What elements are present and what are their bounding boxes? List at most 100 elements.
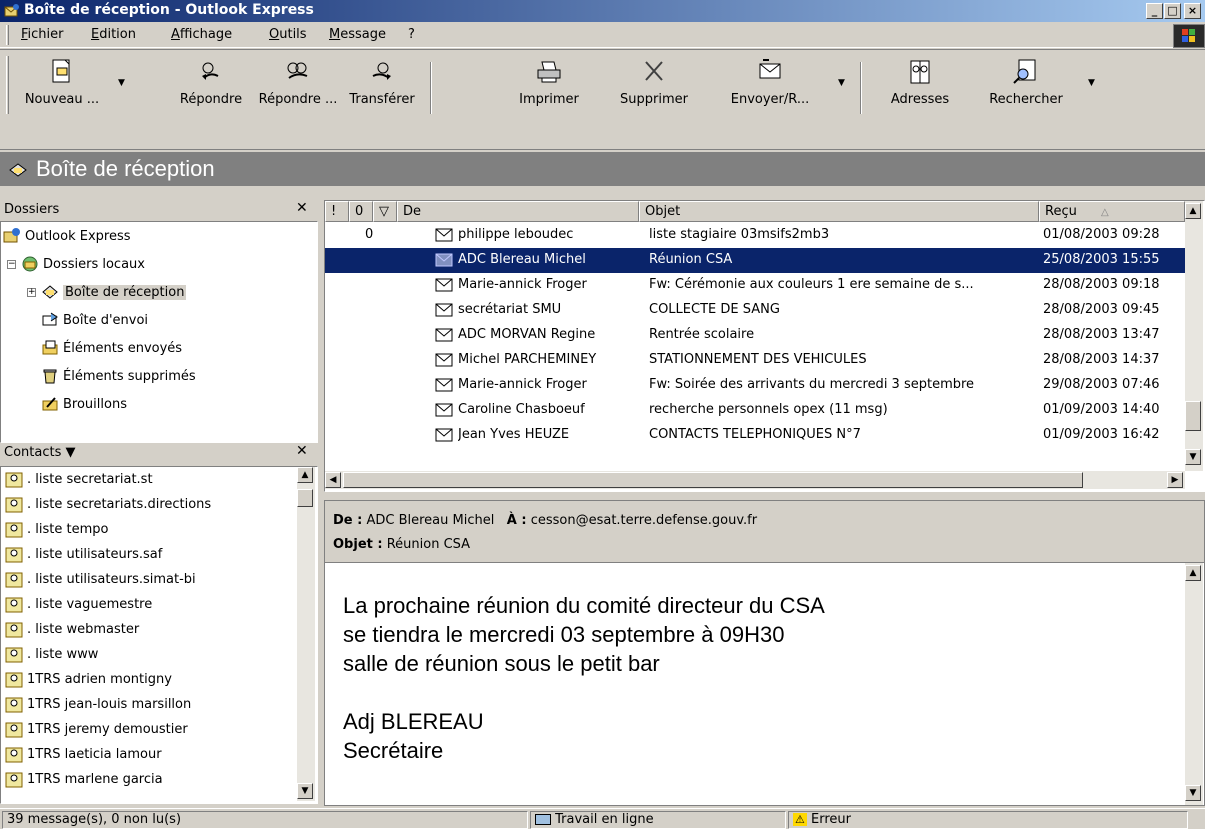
message-subject: STATIONNEMENT DES VEHICULES	[649, 352, 867, 367]
message-row[interactable]: 0 philippe leboudec liste stagiaire 03msif…	[325, 223, 1185, 248]
close-button[interactable]: ×	[1184, 3, 1201, 19]
message-row[interactable]: ADC MORVAN Regine Rentrée scolaire 28/08/2…	[325, 323, 1185, 348]
col-from[interactable]: De	[397, 201, 639, 222]
delete-button[interactable]: Supprimer	[614, 54, 694, 124]
message-row[interactable]: Marie-annick Froger Fw: Cérémonie aux cou…	[325, 273, 1185, 298]
contact-item[interactable]: . liste tempo	[1, 519, 295, 542]
contact-item[interactable]: . liste vaguemestre	[1, 594, 295, 617]
contact-item[interactable]: 1TRS jean-louis marsillon	[1, 694, 295, 717]
message-row[interactable]: ADC Blereau Michel Réunion CSA 25/08/2003 …	[325, 248, 1185, 273]
contacts-header[interactable]: Contacts ▼ ✕	[0, 443, 318, 463]
send-receive-dropdown-icon[interactable]: ▼	[838, 78, 845, 88]
contact-card-icon	[5, 572, 23, 588]
print-button[interactable]: Imprimer	[508, 54, 590, 124]
scroll-thumb[interactable]	[1185, 401, 1201, 431]
scroll-right-icon[interactable]: ▶	[1167, 472, 1183, 488]
message-received: 25/08/2003 15:55	[1043, 252, 1160, 267]
col-attachment[interactable]: 0	[349, 201, 373, 222]
status-count: 39 message(s), 0 non lu(s)	[2, 811, 528, 829]
envelope-icon	[435, 303, 453, 317]
maximize-button[interactable]: □	[1164, 3, 1181, 19]
folder-outlook-express[interactable]: Outlook Express	[1, 224, 315, 251]
find-dropdown-icon[interactable]: ▼	[1088, 78, 1095, 88]
folders-header: Dossiers ✕	[4, 200, 308, 217]
hscroll-thumb[interactable]	[343, 472, 1083, 488]
expand-icon[interactable]: +	[27, 288, 36, 297]
contact-name: 1TRS marlene garcia	[27, 772, 163, 787]
folder-local-folders[interactable]: − Dossiers locaux	[1, 252, 315, 279]
menu-affichage[interactable]: Affichage	[171, 27, 232, 42]
contact-name: 1TRS jean-louis marsillon	[27, 697, 192, 712]
message-subject: Fw: Cérémonie aux couleurs 1 ere semaine…	[649, 277, 974, 292]
contact-item[interactable]: 1TRS laeticia lamour	[1, 744, 295, 767]
contact-item[interactable]: . liste webmaster	[1, 619, 295, 642]
sent-items-icon	[42, 340, 58, 355]
send-receive-icon	[759, 59, 781, 79]
folder-sent-items[interactable]: Éléments envoyés	[1, 336, 315, 363]
address-book-button[interactable]: Adresses	[882, 54, 958, 124]
menu-grip[interactable]	[6, 25, 9, 45]
col-subject[interactable]: Objet	[639, 201, 1039, 222]
folder-deleted-items[interactable]: Éléments supprimés	[1, 364, 315, 391]
scroll-down-icon[interactable]: ▼	[297, 783, 313, 799]
folder-inbox[interactable]: + Boîte de réception	[1, 280, 315, 307]
reply-button[interactable]: Répondre	[172, 54, 250, 124]
reply-all-button[interactable]: Répondre ...	[258, 54, 338, 124]
menu-outils[interactable]: Outils	[269, 27, 307, 42]
find-button[interactable]: Rechercher	[980, 54, 1072, 124]
col-flag[interactable]: ▽	[373, 201, 397, 222]
menu-fichier[interactable]: Fichier	[21, 27, 64, 42]
contacts-scrollbar[interactable]: ▲ ▼	[297, 467, 315, 801]
send-receive-button[interactable]: Envoyer/R...	[722, 54, 818, 124]
close-contacts-icon[interactable]: ✕	[296, 443, 308, 459]
contact-item[interactable]: . liste www	[1, 644, 295, 667]
message-row[interactable]: Michel PARCHEMINEY STATIONNEMENT DES VEHI…	[325, 348, 1185, 373]
scroll-up-icon[interactable]: ▲	[297, 467, 313, 483]
message-row[interactable]: Marie-annick Froger Fw: Soirée des arriva…	[325, 373, 1185, 398]
folder-outbox[interactable]: Boîte d'envoi	[1, 308, 315, 335]
contact-item[interactable]: . liste utilisateurs.saf	[1, 544, 295, 567]
scroll-thumb[interactable]	[297, 489, 313, 507]
toolbar-grip[interactable]	[6, 56, 9, 114]
scroll-up-icon[interactable]: ▲	[1185, 203, 1201, 219]
contact-item[interactable]: . liste secretariat.st	[1, 469, 295, 492]
collapse-icon[interactable]: −	[7, 260, 16, 269]
new-mail-icon	[52, 59, 70, 83]
scroll-down-icon[interactable]: ▼	[1185, 785, 1201, 801]
status-error[interactable]: ⚠ Erreur	[788, 811, 1188, 829]
scroll-left-icon[interactable]: ◀	[325, 472, 341, 488]
inbox-icon	[9, 163, 27, 177]
window-title: Boîte de réception - Outlook Express	[24, 2, 314, 18]
col-received[interactable]: Reçu △	[1039, 201, 1185, 222]
contact-item[interactable]: 1TRS adrien montigny	[1, 669, 295, 692]
messages-hscrollbar[interactable]: ◀ ▶	[325, 471, 1185, 489]
status-online: Travail en ligne	[530, 811, 786, 829]
col-priority[interactable]: !	[325, 201, 349, 222]
menu-message[interactable]: Message	[329, 27, 386, 42]
scroll-down-icon[interactable]: ▼	[1185, 449, 1201, 465]
scroll-up-icon[interactable]: ▲	[1185, 565, 1201, 581]
message-row[interactable]: Caroline Chasboeuf recherche personnels o…	[325, 398, 1185, 423]
preview-subject: Réunion CSA	[386, 537, 471, 552]
folder-tree: Outlook Express − Dossiers locaux + Boît…	[0, 221, 318, 443]
new-mail-dropdown-icon[interactable]: ▼	[118, 78, 125, 88]
preview-scrollbar[interactable]: ▲ ▼	[1185, 563, 1203, 805]
contact-item[interactable]: 1TRS jeremy demoustier	[1, 719, 295, 742]
message-row[interactable]: Jean Yves HEUZE CONTACTS TELEPHONIQUES N°…	[325, 423, 1185, 448]
contact-name: . liste secretariats.directions	[27, 497, 212, 512]
close-folders-icon[interactable]: ✕	[296, 200, 308, 216]
contact-card-icon	[5, 772, 23, 788]
folder-drafts[interactable]: Brouillons	[1, 392, 315, 419]
contact-item[interactable]: . liste secretariats.directions	[1, 494, 295, 517]
forward-button[interactable]: Transférer	[344, 54, 420, 124]
menu-help[interactable]: ?	[408, 27, 415, 42]
minimize-button[interactable]: _	[1146, 3, 1163, 19]
new-mail-button[interactable]: Nouveau ...	[16, 54, 108, 124]
messages-scrollbar[interactable]: ▲ ▼	[1185, 201, 1203, 471]
message-row[interactable]: secrétariat SMU COLLECTE DE SANG 28/08/200…	[325, 298, 1185, 323]
contacts-list: . liste secretariat.st . liste secretaria…	[0, 466, 318, 804]
contact-card-icon	[5, 672, 23, 688]
contact-item[interactable]: . liste utilisateurs.simat-bi	[1, 569, 295, 592]
contact-item[interactable]: 1TRS marlene garcia	[1, 769, 295, 792]
menu-edition[interactable]: Edition	[91, 27, 136, 42]
